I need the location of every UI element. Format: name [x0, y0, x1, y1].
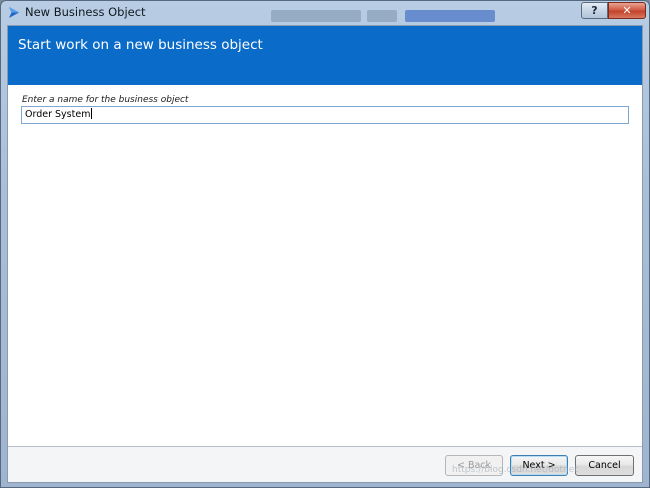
name-field-label: Enter a name for the business object	[22, 95, 189, 105]
background-tab	[405, 10, 495, 22]
title-bar[interactable]: New Business Object ? ✕	[1, 1, 649, 25]
cancel-button[interactable]: Cancel	[575, 455, 634, 476]
text-caret	[91, 108, 93, 119]
app-logo-icon	[9, 7, 19, 18]
window-title: New Business Object	[25, 5, 146, 19]
background-tab	[271, 10, 361, 22]
help-button[interactable]: ?	[581, 2, 608, 19]
dialog-window: New Business Object ? ✕ Start work on a …	[0, 0, 650, 488]
wizard-header: Start work on a new business object	[8, 26, 642, 85]
business-object-name-input[interactable]: Order System	[21, 106, 629, 124]
wizard-title: Start work on a new business object	[18, 37, 263, 53]
name-input-value: Order System	[25, 109, 91, 120]
watermark-text: https://blog.csdn.net/dotnet	[452, 465, 578, 475]
close-button[interactable]: ✕	[608, 2, 646, 19]
dialog-content: Start work on a new business object Ente…	[7, 25, 643, 483]
background-tab	[367, 10, 397, 22]
